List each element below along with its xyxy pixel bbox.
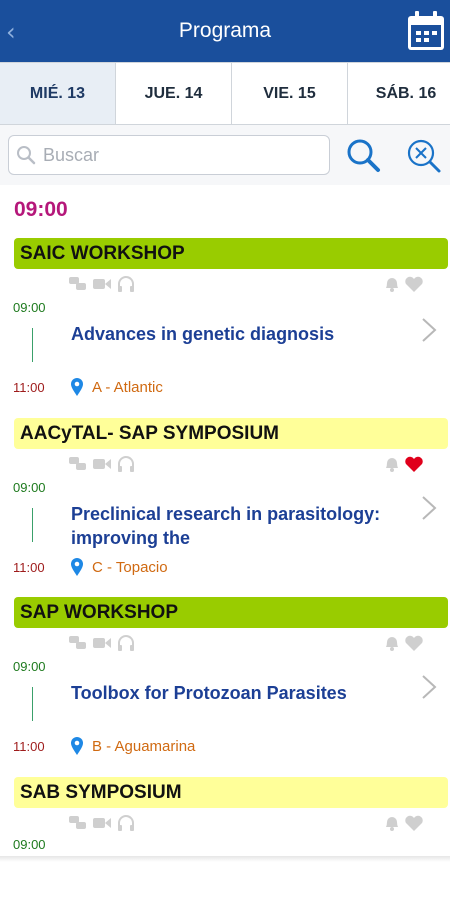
page-title: Programa: [178, 19, 272, 42]
media-icons: [68, 275, 136, 293]
location-pin-icon: [71, 737, 83, 755]
headphones-icon: [118, 456, 134, 472]
app-header: ‹ Programa: [0, 0, 450, 62]
talk-title: Preclinical research in parasitology: im…: [71, 504, 381, 548]
video-icon: [93, 818, 111, 828]
chat-icon: [69, 636, 86, 649]
heart-icon[interactable]: [404, 634, 424, 652]
location-pin-icon: [71, 378, 83, 396]
video-icon: [93, 638, 111, 648]
start-time: 09:00: [13, 480, 46, 495]
action-icons: [382, 455, 424, 473]
end-time: 11:00: [13, 739, 45, 754]
day-tabs: MIÉ. 13 JUE. 14 VIE. 15 SÁB. 16: [0, 62, 450, 125]
session-title: SAP WORKSHOP: [14, 597, 448, 628]
time-heading: 09:00: [14, 198, 68, 221]
tab-thu-14[interactable]: JUE. 14: [116, 63, 232, 124]
talk-title: Toolbox for Protozoan Parasites: [71, 683, 347, 703]
search-field[interactable]: [8, 135, 330, 175]
media-icons: [68, 455, 136, 473]
clear-search-icon[interactable]: [404, 137, 442, 175]
room-location: A - Atlantic: [70, 377, 163, 397]
chevron-right-icon[interactable]: [420, 673, 438, 701]
room-name: C - Topacio: [92, 558, 168, 576]
tab-sat-16[interactable]: SÁB. 16: [348, 63, 450, 124]
location-pin-icon: [71, 558, 83, 576]
headphones-icon: [118, 276, 134, 292]
talk-title: Advances in genetic diagnosis: [71, 324, 335, 344]
calendar-icon[interactable]: [406, 10, 446, 52]
bell-icon[interactable]: [382, 634, 402, 652]
action-icons: [382, 814, 424, 832]
search-input[interactable]: [43, 144, 323, 166]
tab-wed-13[interactable]: MIÉ. 13: [0, 63, 116, 124]
session-title: SAB SYMPOSIUM: [14, 777, 448, 808]
room-name: A - Atlantic: [92, 378, 163, 396]
bell-icon[interactable]: [382, 275, 402, 293]
video-icon: [93, 459, 111, 469]
search-field-icon: [17, 146, 36, 165]
start-time: 09:00: [13, 659, 46, 674]
heart-icon[interactable]: [404, 275, 424, 293]
chevron-right-icon[interactable]: [420, 494, 438, 522]
chat-icon: [69, 457, 86, 470]
heart-icon[interactable]: [404, 814, 424, 832]
chat-icon: [69, 816, 86, 829]
end-time: 11:00: [13, 560, 45, 575]
search-bar: [0, 125, 450, 185]
room-name: B - Aguamarina: [92, 737, 196, 755]
video-icon: [93, 279, 111, 289]
room-location: B - Aguamarina: [70, 736, 195, 756]
bell-icon[interactable]: [382, 455, 402, 473]
media-icons: [68, 634, 136, 652]
chevron-right-icon[interactable]: [420, 316, 438, 344]
heart-icon-favorited[interactable]: [404, 455, 424, 473]
time-connector: [32, 508, 33, 542]
headphones-icon: [118, 815, 134, 831]
back-icon[interactable]: ‹: [6, 18, 16, 46]
end-time: 11:00: [13, 380, 45, 395]
start-time: 09:00: [13, 300, 46, 315]
room-location: C - Topacio: [70, 557, 168, 577]
time-connector: [32, 687, 33, 721]
list-bottom-edge: [0, 856, 450, 862]
tab-fri-15[interactable]: VIE. 15: [232, 63, 348, 124]
session-title: SAIC WORKSHOP: [14, 238, 448, 269]
action-icons: [382, 275, 424, 293]
search-icon[interactable]: [344, 136, 382, 174]
start-time: 09:00: [13, 837, 46, 852]
bell-icon[interactable]: [382, 814, 402, 832]
headphones-icon: [118, 635, 134, 651]
chat-icon: [69, 277, 86, 290]
time-connector: [32, 328, 33, 362]
action-icons: [382, 634, 424, 652]
media-icons: [68, 814, 136, 832]
session-title: AACyTAL- SAP SYMPOSIUM: [14, 418, 448, 449]
